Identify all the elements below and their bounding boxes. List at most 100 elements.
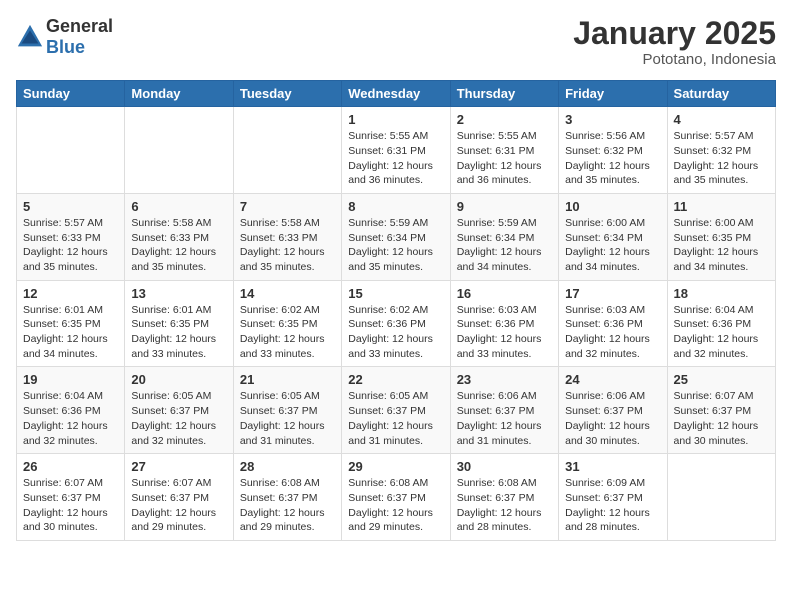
calendar-cell: 11 Sunrise: 6:00 AM Sunset: 6:35 PM Dayli… [667,193,775,280]
day-number: 25 [674,372,769,387]
calendar-cell: 30 Sunrise: 6:08 AM Sunset: 6:37 PM Dayli… [450,454,558,541]
calendar-cell: 27Sunrise: 6:07 AM Sunset: 6:37 PM Dayli… [125,454,233,541]
location: Pototano, Indonesia [573,51,776,68]
calendar-cell: 31Sunrise: 6:09 AM Sunset: 6:37 PM Dayli… [559,454,667,541]
day-info: Sunrise: 5:58 AM Sunset: 6:33 PM Dayligh… [240,216,335,275]
calendar-cell: 3 Sunrise: 5:56 AM Sunset: 6:32 PM Daylig… [559,107,667,194]
day-info: Sunrise: 5:58 AM Sunset: 6:33 PM Dayligh… [131,216,226,275]
calendar-cell: 26 Sunrise: 6:07 AM Sunset: 6:37 PM Dayli… [17,454,125,541]
calendar-cell: 14 Sunrise: 6:02 AM Sunset: 6:35 PM Dayli… [233,280,341,367]
day-info: Sunrise: 5:57 AM Sunset: 6:32 PM Dayligh… [674,129,769,188]
calendar-cell: 7 Sunrise: 5:58 AM Sunset: 6:33 PM Daylig… [233,193,341,280]
day-info: Sunrise: 6:03 AM Sunset: 6:36 PM Dayligh… [565,303,660,362]
calendar-cell [233,107,341,194]
calendar-cell: 29 Sunrise: 6:08 AM Sunset: 6:37 PM Dayli… [342,454,450,541]
day-number: 31 [565,459,660,474]
weekday-saturday: Saturday [667,81,775,107]
weekday-thursday: Thursday [450,81,558,107]
day-info: Sunrise: 6:08 AM Sunset: 6:37 PM Dayligh… [240,476,335,535]
weekday-monday: Monday [125,81,233,107]
day-info: Sunrise: 6:04 AM Sunset: 6:36 PM Dayligh… [23,389,118,448]
day-number: 29 [348,459,443,474]
calendar-cell: 1 Sunrise: 5:55 AM Sunset: 6:31 PM Daylig… [342,107,450,194]
week-row-3: 12 Sunrise: 6:01 AM Sunset: 6:35 PM Dayli… [17,280,776,367]
logo-icon [16,23,44,51]
week-row-5: 26 Sunrise: 6:07 AM Sunset: 6:37 PM Dayli… [17,454,776,541]
day-number: 8 [348,199,443,214]
day-info: Sunrise: 6:03 AM Sunset: 6:36 PM Dayligh… [457,303,552,362]
calendar-cell: 12 Sunrise: 6:01 AM Sunset: 6:35 PM Dayli… [17,280,125,367]
calendar-cell: 8 Sunrise: 5:59 AM Sunset: 6:34 PM Daylig… [342,193,450,280]
calendar-cell: 2 Sunrise: 5:55 AM Sunset: 6:31 PM Daylig… [450,107,558,194]
day-number: 17 [565,286,660,301]
week-row-2: 5Sunrise: 5:57 AM Sunset: 6:33 PM Daylig… [17,193,776,280]
day-number: 12 [23,286,118,301]
day-number: 30 [457,459,552,474]
day-info: Sunrise: 6:05 AM Sunset: 6:37 PM Dayligh… [131,389,226,448]
logo-blue: Blue [46,37,85,57]
calendar-cell: 22 Sunrise: 6:05 AM Sunset: 6:37 PM Dayli… [342,367,450,454]
day-info: Sunrise: 6:00 AM Sunset: 6:35 PM Dayligh… [674,216,769,275]
day-number: 24 [565,372,660,387]
calendar-cell: 5Sunrise: 5:57 AM Sunset: 6:33 PM Daylig… [17,193,125,280]
day-number: 22 [348,372,443,387]
day-info: Sunrise: 6:05 AM Sunset: 6:37 PM Dayligh… [240,389,335,448]
day-info: Sunrise: 6:05 AM Sunset: 6:37 PM Dayligh… [348,389,443,448]
calendar-cell [667,454,775,541]
calendar-cell: 17 Sunrise: 6:03 AM Sunset: 6:36 PM Dayli… [559,280,667,367]
calendar-cell: 15Sunrise: 6:02 AM Sunset: 6:36 PM Dayli… [342,280,450,367]
day-info: Sunrise: 6:07 AM Sunset: 6:37 PM Dayligh… [131,476,226,535]
weekday-friday: Friday [559,81,667,107]
calendar-cell: 20Sunrise: 6:05 AM Sunset: 6:37 PM Dayli… [125,367,233,454]
title-block: January 2025 Pototano, Indonesia [573,16,776,68]
week-row-1: 1 Sunrise: 5:55 AM Sunset: 6:31 PM Daylig… [17,107,776,194]
day-number: 1 [348,112,443,127]
day-number: 6 [131,199,226,214]
day-info: Sunrise: 6:07 AM Sunset: 6:37 PM Dayligh… [23,476,118,535]
weekday-tuesday: Tuesday [233,81,341,107]
logo-general: General [46,16,113,36]
day-number: 23 [457,372,552,387]
week-row-4: 19 Sunrise: 6:04 AM Sunset: 6:36 PM Dayli… [17,367,776,454]
calendar-table: SundayMondayTuesdayWednesdayThursdayFrid… [16,80,776,541]
calendar-cell: 9Sunrise: 5:59 AM Sunset: 6:34 PM Daylig… [450,193,558,280]
calendar-cell: 28 Sunrise: 6:08 AM Sunset: 6:37 PM Dayli… [233,454,341,541]
calendar-cell: 24Sunrise: 6:06 AM Sunset: 6:37 PM Dayli… [559,367,667,454]
day-number: 3 [565,112,660,127]
day-number: 7 [240,199,335,214]
day-number: 28 [240,459,335,474]
calendar-cell: 18Sunrise: 6:04 AM Sunset: 6:36 PM Dayli… [667,280,775,367]
day-number: 13 [131,286,226,301]
day-info: Sunrise: 5:55 AM Sunset: 6:31 PM Dayligh… [348,129,443,188]
page-header: General Blue January 2025 Pototano, Indo… [16,16,776,68]
day-number: 4 [674,112,769,127]
day-number: 19 [23,372,118,387]
day-number: 9 [457,199,552,214]
day-number: 14 [240,286,335,301]
day-number: 26 [23,459,118,474]
calendar-cell [17,107,125,194]
calendar-cell: 25 Sunrise: 6:07 AM Sunset: 6:37 PM Dayli… [667,367,775,454]
day-info: Sunrise: 6:00 AM Sunset: 6:34 PM Dayligh… [565,216,660,275]
day-number: 15 [348,286,443,301]
weekday-sunday: Sunday [17,81,125,107]
day-info: Sunrise: 6:04 AM Sunset: 6:36 PM Dayligh… [674,303,769,362]
day-number: 11 [674,199,769,214]
day-number: 2 [457,112,552,127]
day-info: Sunrise: 6:08 AM Sunset: 6:37 PM Dayligh… [457,476,552,535]
day-info: Sunrise: 5:56 AM Sunset: 6:32 PM Dayligh… [565,129,660,188]
day-info: Sunrise: 6:01 AM Sunset: 6:35 PM Dayligh… [131,303,226,362]
calendar-cell [125,107,233,194]
day-info: Sunrise: 5:59 AM Sunset: 6:34 PM Dayligh… [348,216,443,275]
day-number: 5 [23,199,118,214]
calendar-cell: 13 Sunrise: 6:01 AM Sunset: 6:35 PM Dayli… [125,280,233,367]
calendar-cell: 23Sunrise: 6:06 AM Sunset: 6:37 PM Dayli… [450,367,558,454]
day-info: Sunrise: 5:55 AM Sunset: 6:31 PM Dayligh… [457,129,552,188]
calendar-cell: 16 Sunrise: 6:03 AM Sunset: 6:36 PM Dayli… [450,280,558,367]
logo: General Blue [16,16,113,58]
day-number: 16 [457,286,552,301]
day-info: Sunrise: 6:08 AM Sunset: 6:37 PM Dayligh… [348,476,443,535]
day-info: Sunrise: 6:02 AM Sunset: 6:35 PM Dayligh… [240,303,335,362]
day-info: Sunrise: 6:07 AM Sunset: 6:37 PM Dayligh… [674,389,769,448]
day-info: Sunrise: 6:01 AM Sunset: 6:35 PM Dayligh… [23,303,118,362]
